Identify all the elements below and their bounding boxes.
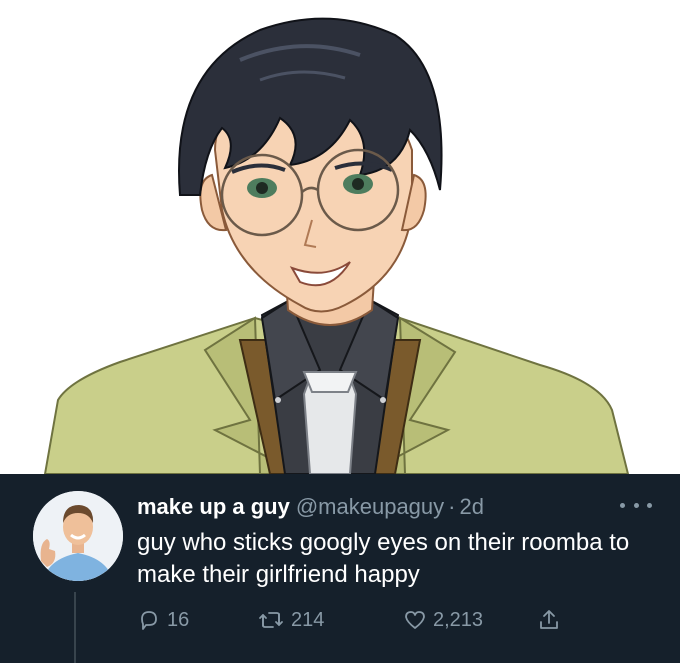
reply-button[interactable]: 16 [137, 606, 189, 634]
tweet-text: guy who sticks googly eyes on their room… [137, 529, 630, 588]
retweet-icon [259, 612, 283, 628]
separator-dot: · [448, 494, 456, 519]
more-horizontal-icon[interactable] [620, 495, 652, 515]
display-name[interactable]: make up a guy [137, 494, 290, 519]
retweet-count: 214 [291, 608, 325, 631]
thread-line [74, 592, 76, 663]
timestamp[interactable]: 2d [459, 494, 483, 519]
avatar[interactable] [33, 491, 123, 581]
user-handle[interactable]: @makeupaguy [296, 494, 444, 519]
share-button[interactable] [537, 606, 567, 634]
heart-icon [405, 611, 425, 629]
character-illustration [0, 0, 680, 474]
like-count: 2,213 [433, 608, 484, 631]
reply-icon [141, 611, 157, 630]
retweet-button[interactable]: 214 [257, 606, 324, 634]
tweet-header: make up a guy @makeupaguy · 2d [137, 491, 484, 523]
tweet-actions: 16 214 2,213 [137, 606, 577, 634]
share-icon [540, 610, 558, 629]
reply-count: 16 [167, 608, 190, 631]
like-button[interactable]: 2,213 [403, 606, 483, 634]
